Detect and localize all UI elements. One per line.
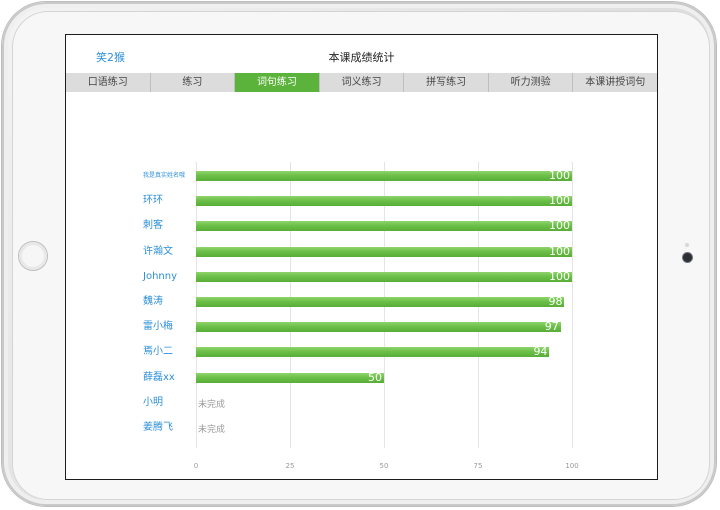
gridline <box>572 162 573 448</box>
navigation-bar: 笑2猴 本课成绩统计 <box>66 35 657 73</box>
page-title: 本课成绩统计 <box>328 51 395 64</box>
x-tick-label: 75 <box>473 462 483 470</box>
score-value-label: 100 <box>549 244 570 258</box>
tab-bar: 口语练习 练习 词句练习 词义练习 拼写练习 听力测验 本课讲授词句 <box>66 73 657 92</box>
tab-practice[interactable]: 练习 <box>151 73 236 92</box>
x-tick-label: 100 <box>565 462 579 470</box>
score-bar <box>196 171 572 181</box>
score-value-label: 100 <box>549 219 570 233</box>
score-value-label: 98 <box>548 295 563 308</box>
score-bar <box>196 322 561 333</box>
not-completed-label: 未完成 <box>198 399 226 410</box>
score-value-label: 97 <box>544 320 559 334</box>
score-bar <box>196 271 572 282</box>
light-sensor <box>685 243 689 247</box>
score-value-label: 94 <box>533 345 548 359</box>
score-value-label: 100 <box>549 169 570 182</box>
front-camera <box>683 253 692 262</box>
not-completed-label: 未完成 <box>198 425 226 435</box>
x-tick-label: 0 <box>193 462 199 470</box>
tab-sentence-practice[interactable]: 词句练习 <box>235 73 320 92</box>
score-value-label: 100 <box>549 194 570 208</box>
tab-lesson-phrases[interactable]: 本课讲授词句 <box>573 73 657 92</box>
score-bar <box>196 347 550 358</box>
score-bar <box>196 246 572 257</box>
tab-oral-practice[interactable]: 口语练习 <box>66 73 151 92</box>
x-tick-label: 50 <box>379 462 389 470</box>
tab-meaning-practice[interactable]: 词义练习 <box>320 73 405 92</box>
score-value-label: 100 <box>549 269 570 283</box>
app-screen: 笑2猴 本课成绩统计 口语练习 练习 词句练习 词义练习 拼写练习 听力测验 本… <box>65 34 658 480</box>
tab-listening-test[interactable]: 听力测验 <box>489 73 574 92</box>
score-chart: 0 25 50 75 100 我是真实姓名哦 100 环环 100 刺客 100 许瀚文 100 John… <box>66 92 657 479</box>
score-value-label: 50 <box>368 370 382 384</box>
score-bar <box>196 196 572 207</box>
score-bar <box>196 221 572 232</box>
x-tick-label: 25 <box>285 462 295 470</box>
score-bar <box>196 297 565 307</box>
home-button[interactable] <box>19 242 47 270</box>
tab-spelling-practice[interactable]: 拼写练习 <box>404 73 489 92</box>
